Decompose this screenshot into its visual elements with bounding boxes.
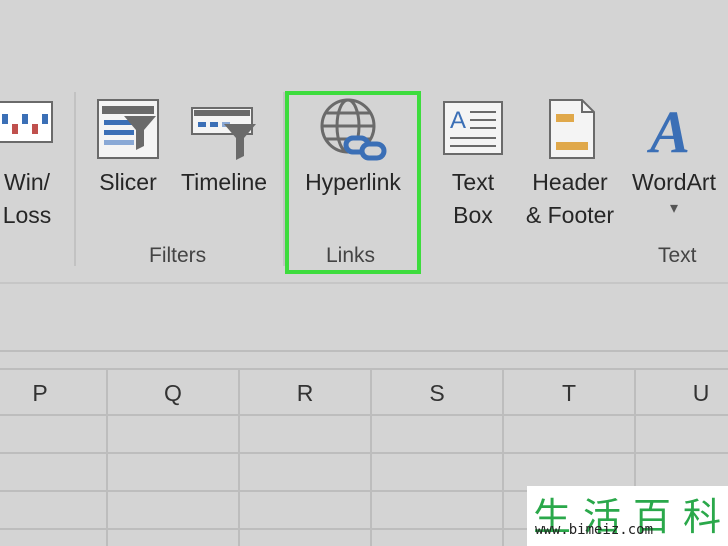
group-label-text: Text [658, 244, 697, 267]
slicer-icon [97, 99, 159, 159]
hyperlink-highlight-box [285, 91, 421, 274]
column-header-p[interactable]: P [0, 370, 80, 416]
winloss-label-line2: Loss [2, 202, 52, 228]
text-box-icon: A [443, 101, 503, 155]
watermark-url: www.bimeiz.com [535, 522, 654, 538]
text-box-label-line1: Text [451, 169, 495, 195]
text-box-button[interactable]: A Text Box [438, 98, 508, 232]
column-header-u[interactable]: U [635, 370, 728, 416]
winloss-sparkline-icon [0, 101, 53, 143]
wordart-dropdown-icon[interactable]: ▾ [624, 199, 724, 219]
header-footer-icon [549, 99, 595, 159]
column-separator[interactable] [106, 370, 108, 546]
timeline-label: Timeline [180, 169, 268, 195]
wordart-label: WordArt [632, 169, 716, 195]
column-separator[interactable] [370, 370, 372, 546]
column-header-t[interactable]: T [503, 370, 635, 416]
svg-text:A: A [646, 99, 690, 160]
header-bottom-line [0, 414, 728, 416]
column-separator[interactable] [238, 370, 240, 546]
slicer-label: Slicer [99, 169, 157, 195]
row-gridline [0, 452, 728, 454]
watermark-char: 科 [682, 495, 723, 539]
header-footer-label-line2: & Footer [525, 202, 615, 228]
wordart-icon: A [646, 99, 690, 160]
watermark: 生 活 百 科 www.bimeiz.com [527, 486, 728, 546]
slicer-button[interactable]: Slicer [90, 98, 166, 199]
header-footer-button[interactable]: Header & Footer [516, 98, 624, 232]
column-header-r[interactable]: R [239, 370, 371, 416]
timeline-button[interactable]: Timeline [172, 98, 276, 199]
wordart-button[interactable]: A WordArt ▾ [624, 98, 724, 219]
column-separator[interactable] [502, 370, 504, 546]
winloss-label-line1: Win/ [4, 169, 50, 195]
group-label-filters: Filters [149, 244, 207, 267]
text-box-label-line2: Box [453, 202, 493, 228]
column-header-s[interactable]: S [371, 370, 503, 416]
column-header-q[interactable]: Q [107, 370, 239, 416]
group-separator [74, 92, 76, 266]
header-footer-label-line1: Header [532, 169, 608, 195]
winloss-sparkline-button[interactable]: Win/ Loss [0, 98, 58, 232]
svg-text:A: A [450, 107, 466, 134]
timeline-icon [191, 107, 256, 160]
formula-bar-area [0, 284, 728, 352]
